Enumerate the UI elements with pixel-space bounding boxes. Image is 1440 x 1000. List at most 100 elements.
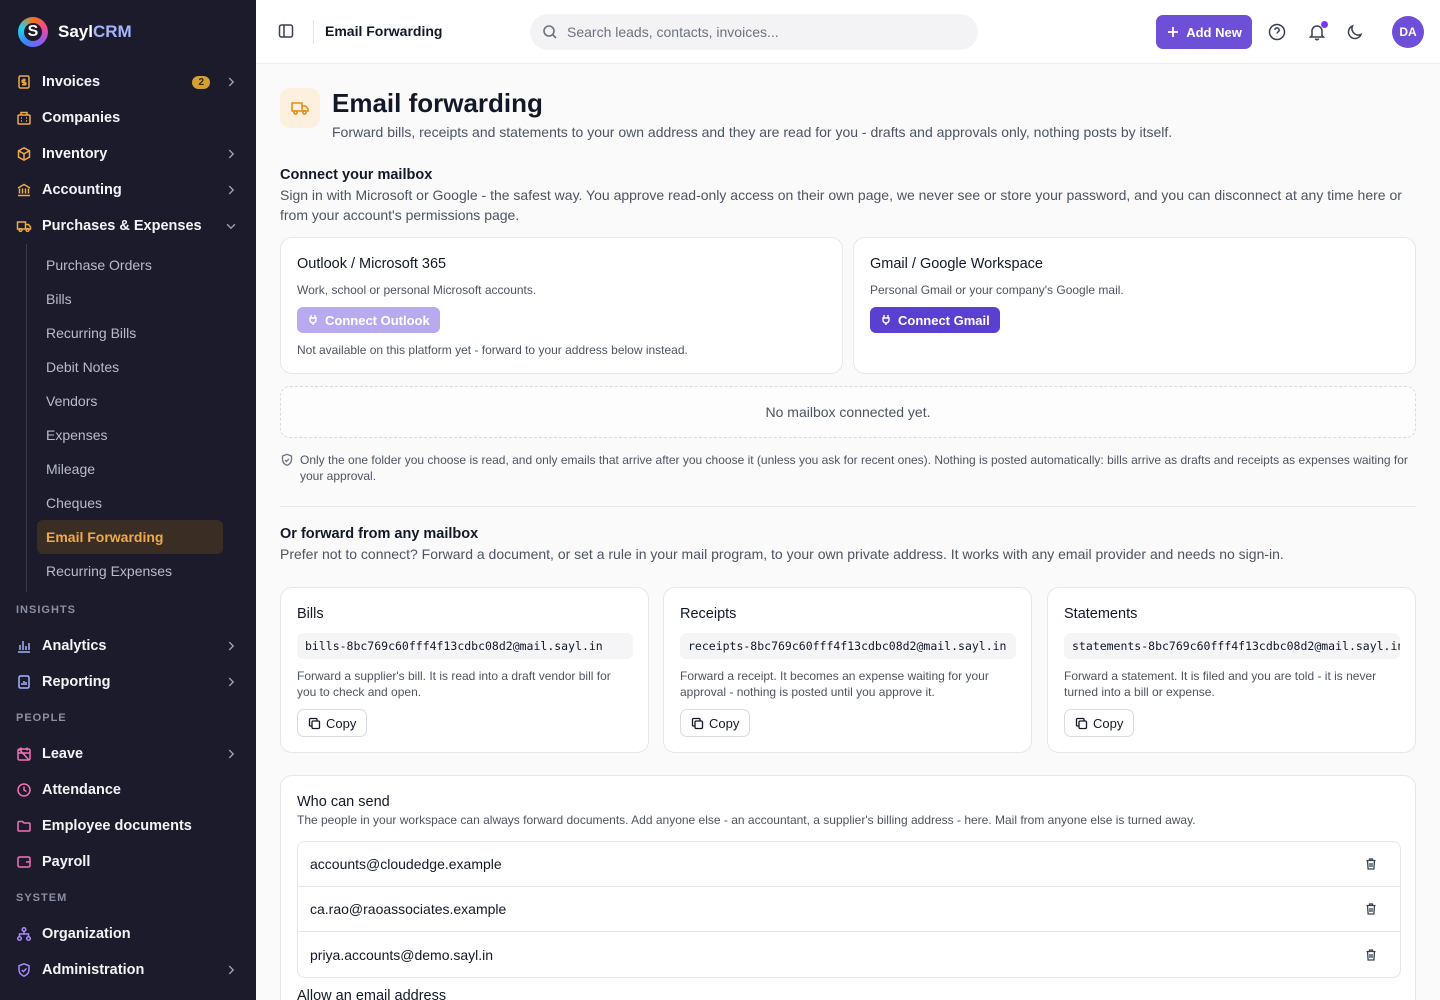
user-avatar[interactable]: DA: [1392, 16, 1424, 48]
sidebar-item-inventory[interactable]: Inventory: [0, 136, 256, 172]
sidebar-item-purchases-expenses[interactable]: Purchases & Expenses: [0, 208, 256, 244]
section-label-insights: INSIGHTS: [16, 604, 76, 616]
page-title: Email forwarding: [332, 88, 543, 118]
trash-icon[interactable]: [1364, 902, 1378, 916]
copy-icon: [691, 717, 704, 729]
statements-forward-card: Statements statements-8bc769c60fff4f13cd…: [1047, 587, 1416, 753]
bar-chart-icon: [16, 638, 32, 654]
sidebar-item-invoices[interactable]: Invoices 2: [0, 64, 256, 100]
sidebar-item-accounting[interactable]: Accounting: [0, 172, 256, 208]
sidebar-item-email-forwarding[interactable]: Email Forwarding: [37, 520, 223, 554]
sidebar-item-vendors[interactable]: Vendors: [37, 384, 223, 418]
receipts-forward-address[interactable]: receipts-8bc769c60fff4f13cdbc08d2@mail.s…: [680, 633, 1016, 659]
copy-receipts-address-button[interactable]: Copy: [680, 709, 751, 737]
copy-icon: [308, 717, 321, 729]
sidebar-item-leave[interactable]: Leave: [0, 736, 256, 772]
chevron-right-icon: [228, 77, 235, 87]
sidebar-item-purchase-orders[interactable]: Purchase Orders: [37, 248, 223, 282]
sender-row: priya.accounts@demo.sayl.in: [298, 932, 1400, 977]
connect-section-title: Connect your mailbox: [280, 167, 433, 183]
chevron-right-icon: [228, 749, 235, 759]
sidebar-item-cheques[interactable]: Cheques: [37, 486, 223, 520]
sidebar-item-companies[interactable]: Companies: [0, 100, 256, 136]
plus-icon: [1168, 27, 1179, 37]
sender-row: ca.rao@raoassociates.example: [298, 887, 1400, 932]
sidebar-item-reporting[interactable]: Reporting: [0, 664, 256, 700]
add-new-button[interactable]: Add New: [1156, 15, 1252, 49]
chevron-right-icon: [228, 677, 235, 687]
sidebar-item-bills[interactable]: Bills: [37, 282, 223, 316]
clock-icon: [16, 782, 32, 798]
who-can-send-desc: The people in your workspace can always …: [297, 813, 1196, 827]
gmail-card-desc: Personal Gmail or your company's Google …: [870, 283, 1124, 297]
connect-outlook-button[interactable]: Connect Outlook: [297, 307, 440, 333]
sidebar-item-recurring-bills[interactable]: Recurring Bills: [37, 316, 223, 350]
truck-icon: [280, 88, 320, 128]
brand-logo-icon: S: [18, 17, 48, 47]
bank-icon: [16, 182, 32, 198]
sidebar-item-expenses[interactable]: Expenses: [37, 418, 223, 452]
search-icon: [543, 25, 557, 39]
chevron-right-icon: [228, 185, 235, 195]
chevron-down-icon: [226, 223, 236, 230]
sidebar-item-recurring-expenses[interactable]: Recurring Expenses: [37, 554, 223, 588]
sidebar-item-mileage[interactable]: Mileage: [37, 452, 223, 486]
bills-forward-card: Bills bills-8bc769c60fff4f13cdbc08d2@mai…: [280, 587, 649, 753]
notification-bell-icon[interactable]: [1307, 21, 1328, 42]
outlook-card-note: Not available on this platform yet - for…: [297, 343, 688, 357]
sidebar-item-payroll[interactable]: Payroll: [0, 844, 256, 880]
connect-section-desc: Sign in with Microsoft or Google - the s…: [280, 187, 1402, 223]
trash-icon[interactable]: [1364, 948, 1378, 962]
notification-dot: [1321, 21, 1328, 28]
topbar-title: Email Forwarding: [325, 23, 443, 39]
outlook-card-title: Outlook / Microsoft 365: [297, 256, 447, 272]
outlook-card: Outlook / Microsoft 365 Work, school or …: [280, 237, 843, 374]
search-input[interactable]: [567, 24, 947, 40]
sidebar-item-employee-documents[interactable]: Employee documents: [0, 808, 256, 844]
page-subtitle: Forward bills, receipts and statements t…: [332, 124, 1173, 140]
copy-icon: [1075, 717, 1088, 729]
wallet-icon: [16, 854, 32, 870]
section-divider: [280, 506, 1416, 507]
outlook-card-desc: Work, school or personal Microsoft accou…: [297, 283, 537, 297]
sender-email: ca.rao@raoassociates.example: [310, 901, 507, 917]
allowed-senders-list: accounts@cloudedge.example ca.rao@raoass…: [297, 841, 1401, 978]
building-icon: [16, 110, 32, 126]
trash-icon[interactable]: [1364, 857, 1378, 871]
plug-icon: [882, 315, 890, 325]
brand[interactable]: S SaylCRM: [0, 0, 256, 64]
receipts-card-desc: Forward a receipt. It becomes an expense…: [680, 669, 989, 699]
topbar: Email Forwarding Add New DA: [256, 0, 1440, 64]
receipts-card-title: Receipts: [680, 606, 737, 622]
receipts-forward-card: Receipts receipts-8bc769c60fff4f13cdbc08…: [663, 587, 1032, 753]
plug-icon: [309, 315, 317, 325]
sidebar-item-administration[interactable]: Administration: [0, 952, 256, 988]
statements-card-desc: Forward a statement. It is filed and you…: [1064, 669, 1377, 699]
gmail-card-title: Gmail / Google Workspace: [870, 256, 1043, 272]
bills-card-title: Bills: [297, 606, 324, 622]
connect-gmail-button[interactable]: Connect Gmail: [870, 307, 1000, 333]
bills-card-desc: Forward a supplier's bill. It is read in…: [297, 669, 611, 699]
copy-bills-address-button[interactable]: Copy: [297, 709, 368, 737]
sender-email: priya.accounts@demo.sayl.in: [310, 946, 494, 963]
shield-check-icon: [281, 453, 293, 467]
topbar-divider: [313, 20, 314, 44]
bills-forward-address[interactable]: bills-8bc769c60fff4f13cdbc08d2@mail.sayl…: [297, 633, 633, 659]
invoices-count-badge: 2: [192, 75, 210, 89]
statements-forward-address[interactable]: statements-8bc769c60fff4f13cdbc08d2@mail…: [1064, 633, 1400, 659]
sidebar-toggle-icon[interactable]: [277, 22, 295, 40]
sidebar-item-analytics[interactable]: Analytics: [0, 628, 256, 664]
forward-section-desc: Prefer not to connect? Forward a documen…: [280, 546, 1284, 562]
truck-icon: [16, 218, 32, 234]
who-can-send-title: Who can send: [297, 794, 390, 810]
help-icon[interactable]: [1267, 22, 1287, 42]
theme-moon-icon[interactable]: [1345, 22, 1365, 42]
invoice-icon: [16, 74, 32, 90]
copy-statements-address-button[interactable]: Copy: [1064, 709, 1135, 737]
sidebar-item-attendance[interactable]: Attendance: [0, 772, 256, 808]
sidebar-item-organization[interactable]: Organization: [0, 916, 256, 952]
brand-name: SaylCRM: [58, 22, 132, 41]
sidebar: S SaylCRM Invoices 2 Companies Inventory…: [0, 0, 256, 1000]
sidebar-item-debit-notes[interactable]: Debit Notes: [37, 350, 223, 384]
global-search[interactable]: [530, 14, 978, 50]
